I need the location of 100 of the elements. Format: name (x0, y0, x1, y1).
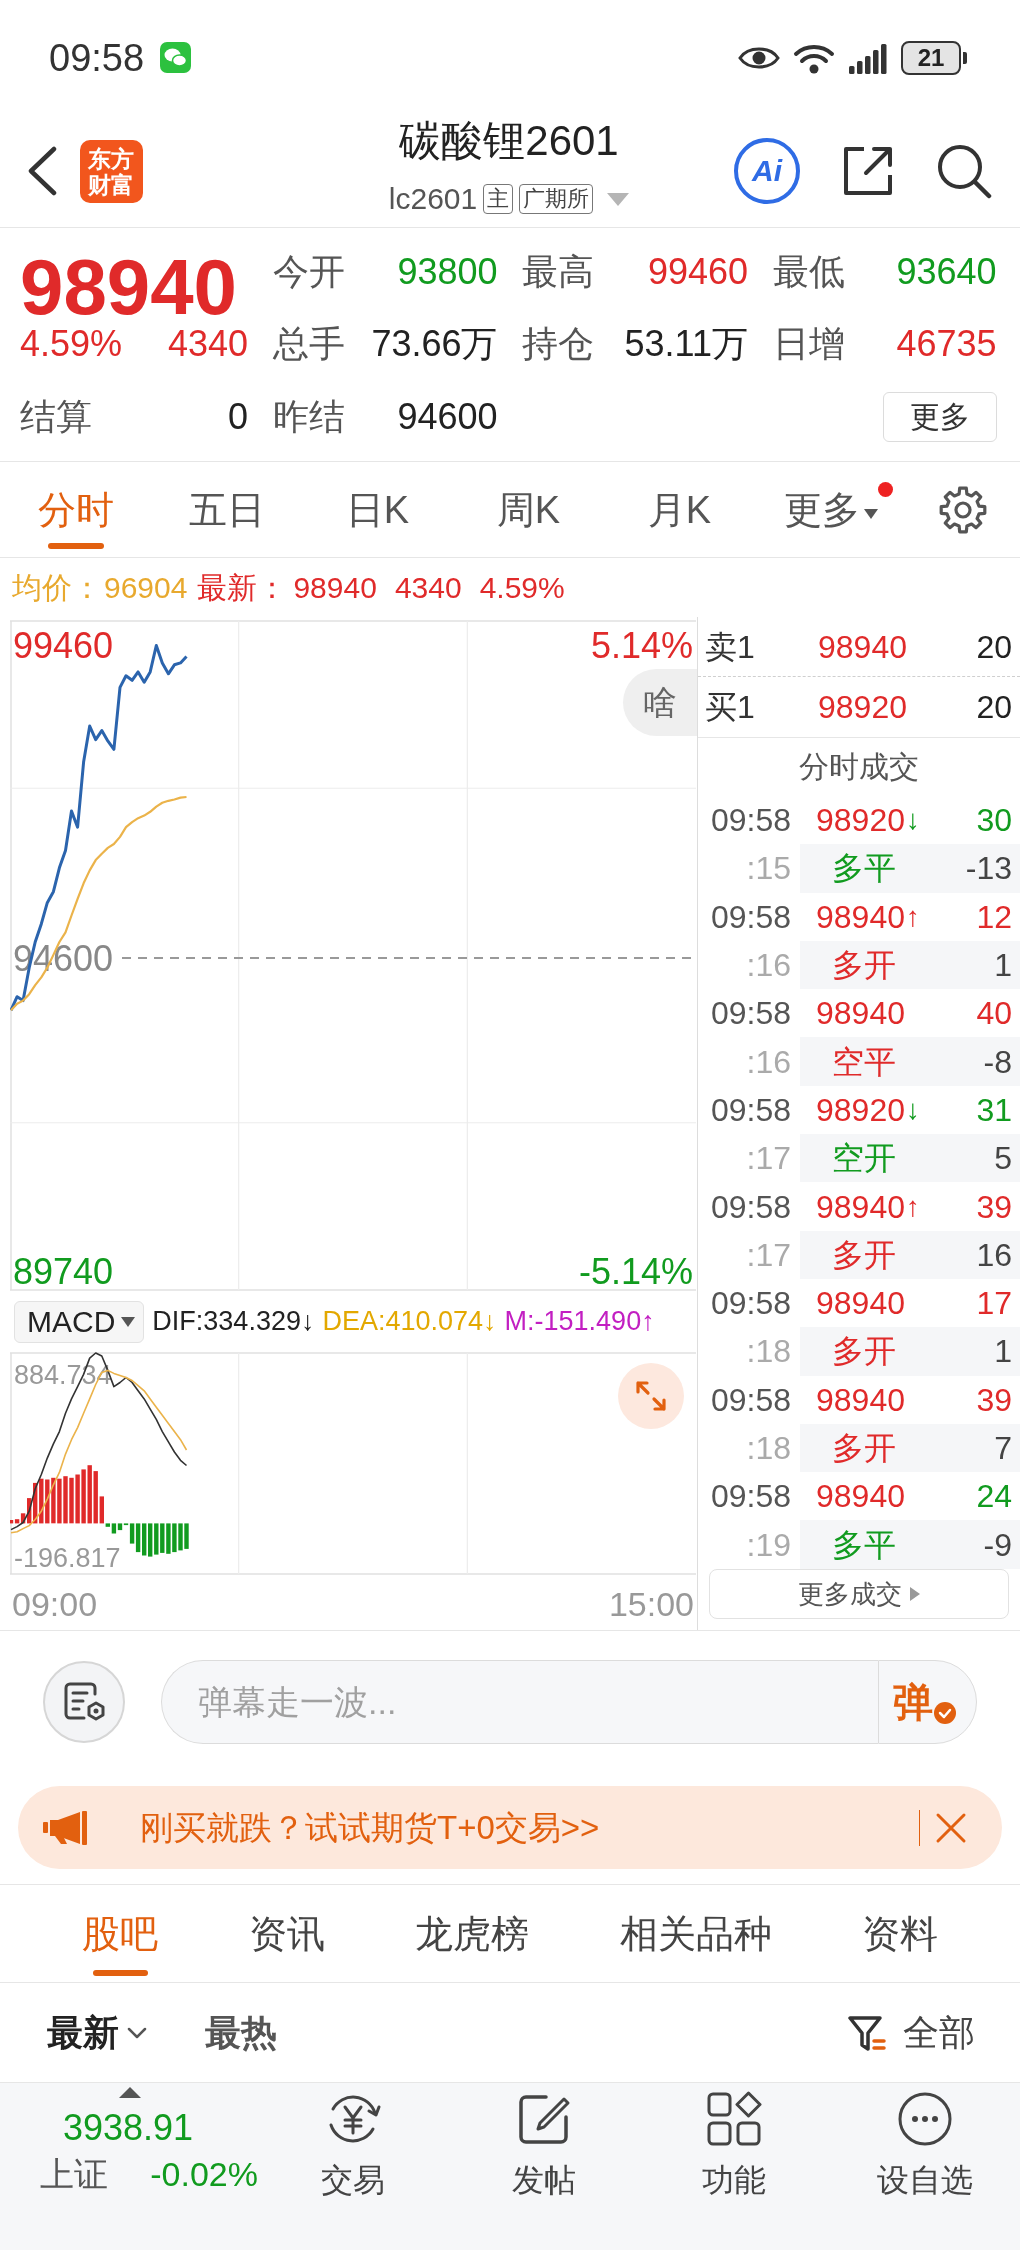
open-interest-change: 1 (994, 1335, 1012, 1368)
sort-option[interactable]: 最新 (47, 2014, 147, 2051)
nav-button[interactable]: 交易 (258, 2083, 449, 2250)
trade-time: 09:58 (710, 1287, 791, 1320)
trade-price: 98940 (816, 997, 905, 1030)
trade-second: :17 (746, 1142, 791, 1175)
trades-title: 分时成交 (799, 752, 919, 782)
trade-time: 09:58 (710, 1383, 791, 1416)
open-interest-change: 1 (994, 949, 1012, 982)
open-interest-change: -9 (983, 1528, 1012, 1561)
time-axis-label: 09:00 (12, 1586, 98, 1621)
axis-label: -5.14% (578, 1251, 693, 1293)
quote-value: 0 (227, 398, 248, 435)
last-change-value: 4340 (394, 572, 462, 603)
trade-volume: 39 (976, 1190, 1012, 1223)
trade-action: 多开 (832, 1432, 896, 1464)
trade-action: 空开 (832, 1142, 896, 1175)
order-volume: 20 (976, 691, 1012, 723)
more-button[interactable]: 更多 (882, 391, 997, 442)
trade-second: :17 (746, 1238, 791, 1271)
indicator-dropdown[interactable]: MACD (14, 1300, 145, 1343)
section-tab[interactable]: 资料 (862, 1885, 938, 1982)
trade-action: 空平 (832, 1045, 896, 1078)
order-volume: 20 (976, 630, 1012, 663)
filter-button[interactable]: 全部 (847, 2012, 975, 2053)
caret-up-icon[interactable] (119, 2087, 141, 2098)
section-tab[interactable]: 股吧 (82, 1885, 158, 1982)
settings-icon[interactable] (938, 484, 988, 535)
trade-second: :18 (746, 1335, 791, 1368)
trade-price: 98920 (816, 804, 905, 837)
chart-tab[interactable]: 月K (604, 462, 755, 557)
trade-time: 09:58 (710, 1190, 791, 1223)
quote-label: 总手 (272, 325, 345, 362)
chart-tab[interactable]: 周K (453, 462, 604, 557)
index-change: -0.02% (150, 2155, 258, 2193)
trade-second: :19 (746, 1528, 791, 1561)
open-interest-change: 7 (994, 1432, 1012, 1464)
caret-down-icon (121, 1316, 136, 1327)
quote-label: 昨结 (272, 398, 345, 435)
quote-value: 99460 (647, 253, 748, 290)
signal-icon (848, 41, 888, 74)
open-interest-change: 5 (994, 1142, 1012, 1175)
trade-volume: 17 (976, 1287, 1012, 1320)
trade-action: 多平 (832, 852, 896, 885)
quote-value: 93640 (896, 253, 997, 290)
trade-volume: 30 (976, 804, 1012, 837)
trade-volume: 39 (976, 1383, 1012, 1416)
trade-action: 多开 (832, 1238, 896, 1271)
indicator-value: DIF:334.329↓ (152, 1308, 315, 1335)
quote-label: 最高 (522, 253, 594, 290)
contract-title: 碳酸锂2601 (399, 117, 619, 165)
more-trades-button[interactable]: 更多成交 (709, 1568, 1009, 1619)
tag-badge: 主 (483, 184, 514, 214)
back-icon[interactable] (26, 146, 58, 196)
chart-tab[interactable]: 更多 (755, 462, 906, 557)
open-interest-change: 16 (976, 1238, 1012, 1271)
trend-arrow: ↓ (906, 1095, 920, 1124)
order-price: 98920 (818, 691, 907, 723)
quote-value: 93800 (397, 253, 498, 290)
danmu-settings-icon[interactable] (43, 1661, 125, 1743)
status-time: 09:58 (49, 38, 145, 77)
more-icon (896, 2091, 953, 2147)
chat-app-icon (160, 42, 192, 73)
axis-label: -196.817 (14, 1542, 121, 1573)
search-icon[interactable] (936, 143, 992, 199)
average-price-value: 96904 (104, 572, 188, 603)
ai-button[interactable]: Ai (734, 138, 800, 204)
floating-tip[interactable]: 啥 (623, 669, 697, 736)
trade-price: 98940 (816, 1190, 905, 1223)
trade-time: 09:58 (710, 997, 791, 1030)
axis-label: 99460 (13, 624, 114, 666)
trade-time: 09:58 (710, 900, 791, 933)
danmu-input-field[interactable]: 弹幕走一波... (161, 1660, 878, 1744)
check-badge-icon (934, 1702, 956, 1724)
index-value: 3938.91 (63, 2108, 194, 2148)
last-price-label: 最新： (197, 572, 288, 603)
close-icon[interactable] (935, 1811, 967, 1844)
nav-button[interactable]: 功能 (639, 2083, 830, 2250)
nav-button[interactable]: 设自选 (829, 2083, 1020, 2250)
chart-tab[interactable]: 日K (302, 462, 453, 557)
expand-icon[interactable] (618, 1363, 684, 1429)
trade-second: :16 (746, 949, 791, 982)
trade-volume: 40 (976, 997, 1012, 1030)
nav-button[interactable]: 发帖 (448, 2083, 639, 2250)
section-tab[interactable]: 相关品种 (619, 1885, 772, 1982)
indicator-value: DEA:410.074↓ (322, 1308, 497, 1335)
quote-label: 结算 (20, 398, 92, 435)
sort-option[interactable]: 最热 (205, 2014, 277, 2051)
caret-right-icon (910, 1586, 920, 1601)
trade-action: 多开 (832, 1335, 896, 1368)
battery-indicator: 21 (901, 40, 967, 75)
section-tab[interactable]: 资讯 (248, 1885, 325, 1982)
section-tab[interactable]: 龙虎榜 (415, 1885, 529, 1982)
chart-tab[interactable]: 五日 (151, 462, 302, 557)
quote-label: 最低 (772, 253, 845, 290)
order-level: 买1 (705, 689, 755, 725)
trade-volume: 12 (976, 900, 1012, 933)
trade-action: 多平 (832, 1528, 896, 1561)
chart-tab[interactable]: 分时 (0, 462, 151, 557)
trade-price: 98920 (816, 1093, 905, 1126)
